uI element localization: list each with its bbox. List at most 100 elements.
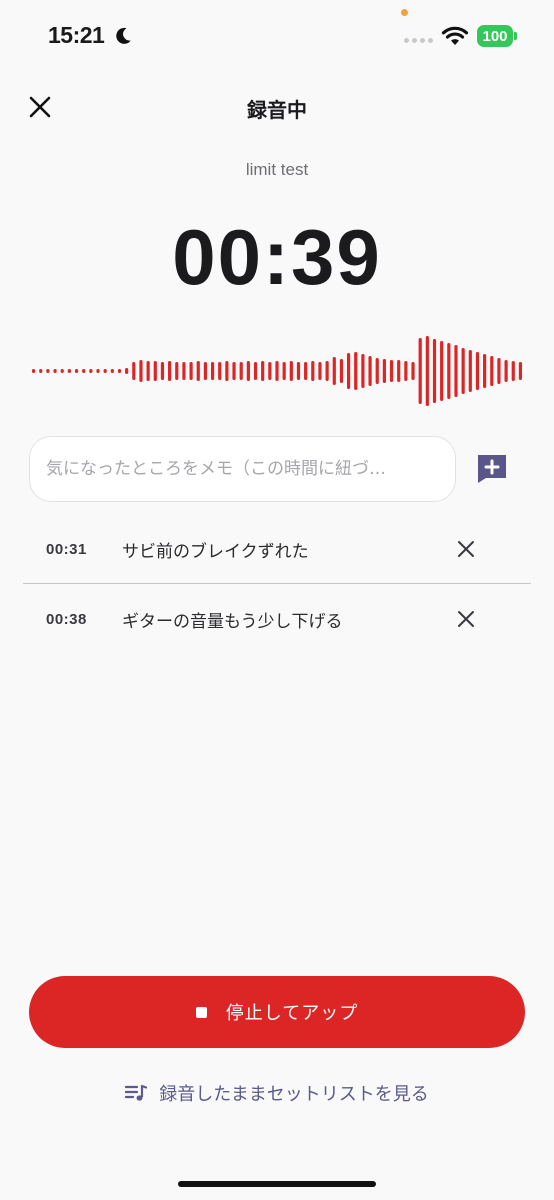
waveform-bar — [175, 362, 179, 380]
waveform-bar — [425, 336, 429, 406]
waveform-bar — [53, 369, 57, 373]
waveform-bar — [318, 362, 322, 380]
waveform-bar — [225, 361, 229, 381]
memo-timestamp: 00:31 — [46, 540, 87, 558]
waveform-bar — [346, 353, 351, 389]
waveform-bar — [182, 362, 186, 380]
waveform-bar — [253, 362, 258, 380]
recording-name: limit test — [245, 160, 309, 179]
waveform-bar — [89, 369, 93, 373]
waveform-bar — [139, 360, 143, 382]
waveform-bar — [368, 356, 372, 386]
view-setlist-label: 録音したままセットリストを見る — [159, 1084, 429, 1105]
waveform-bar — [117, 369, 122, 373]
waveform-bar — [454, 345, 458, 397]
waveform-bar — [132, 362, 136, 380]
delete-memo-button[interactable] — [453, 536, 479, 562]
waveform-bar — [268, 362, 272, 380]
delete-memo-button[interactable] — [453, 606, 479, 632]
status-time: 15:21 — [48, 22, 105, 48]
waveform-bar — [339, 359, 344, 383]
waveform-bar — [468, 350, 472, 392]
waveform-bar — [103, 369, 107, 373]
add-comment-icon[interactable] — [475, 452, 509, 486]
waveform-bar — [125, 368, 129, 374]
waveform-bar — [232, 362, 236, 380]
waveform-bar — [189, 362, 193, 380]
waveform-bar — [39, 369, 43, 373]
waveform-bar — [504, 360, 508, 382]
waveform-bar — [411, 362, 415, 380]
battery-indicator: 100 — [477, 25, 513, 47]
waveform-bar — [239, 362, 243, 380]
memo-item[interactable]: 00:31 サビ前のブレイクずれた — [23, 515, 531, 583]
waveform-bar — [518, 362, 523, 380]
waveform-bar — [282, 362, 286, 380]
waveform-bar — [261, 361, 265, 381]
waveform-bar — [361, 354, 365, 388]
waveform-bar — [483, 354, 487, 388]
stop-and-upload-button[interactable]: 停止してアップ — [29, 976, 525, 1048]
waveform-bar — [146, 361, 150, 381]
playlist-music-icon — [125, 1084, 148, 1101]
waveform-bar — [475, 352, 480, 390]
waveform-bar — [440, 341, 444, 401]
waveform-bar — [332, 357, 336, 385]
waveform-bar — [60, 369, 64, 373]
waveform-bar — [375, 358, 379, 384]
waveform-bar — [46, 369, 50, 373]
waveform-bar — [432, 339, 437, 403]
wifi-icon — [441, 26, 469, 45]
waveform-bar — [461, 348, 465, 394]
memo-item[interactable]: 00:38 ギターの音量もう少し下げる — [23, 585, 531, 653]
stop-icon — [195, 1006, 207, 1018]
battery-cap — [514, 32, 517, 40]
waveform-bar — [418, 338, 422, 404]
waveform-bar — [289, 361, 293, 381]
page-title: 録音中 — [247, 98, 307, 122]
waveform-bar — [296, 362, 301, 380]
waveform-bar — [110, 369, 114, 373]
close-icon — [458, 541, 474, 557]
privacy-indicator — [401, 9, 408, 16]
waveform-bar — [354, 352, 358, 390]
waveform-bar — [311, 361, 315, 381]
elapsed-timer: 00:39 — [172, 213, 382, 301]
memo-text: サビ前のブレイクずれた — [122, 541, 309, 562]
waveform-bar — [153, 361, 157, 381]
stop-button-label: 停止してアップ — [225, 1003, 359, 1024]
waveform-bar — [497, 358, 501, 384]
waveform-bar — [74, 369, 79, 373]
waveform-bar — [196, 361, 200, 381]
waveform-bar — [160, 362, 165, 380]
waveform-bar — [210, 362, 215, 380]
waveform-bar — [397, 360, 401, 382]
waveform-bar — [275, 361, 279, 381]
home-indicator — [178, 1181, 376, 1187]
waveform-bar — [382, 359, 386, 383]
close-icon — [458, 611, 474, 627]
memo-input[interactable] — [29, 436, 456, 502]
cellular-signal-icon — [404, 38, 433, 43]
memo-divider — [23, 583, 531, 584]
waveform-bar — [31, 369, 36, 373]
waveform-bar — [490, 356, 494, 386]
waveform-bar — [218, 362, 222, 380]
waveform-bar — [82, 369, 86, 373]
waveform-bar — [389, 360, 394, 382]
memo-text: ギターの音量もう少し下げる — [122, 611, 343, 632]
waveform-bar — [203, 362, 208, 380]
audio-waveform — [31, 336, 523, 406]
memo-timestamp: 00:38 — [46, 610, 87, 628]
waveform-bar — [325, 361, 329, 381]
waveform-bar — [246, 361, 250, 381]
view-setlist-link[interactable]: 録音したままセットリストを見る — [0, 1080, 554, 1106]
waveform-bar — [96, 369, 100, 373]
waveform-bar — [404, 361, 408, 381]
waveform-bar — [168, 361, 172, 381]
waveform-bar — [304, 362, 308, 380]
waveform-bar — [447, 343, 451, 399]
waveform-bar — [511, 361, 515, 381]
moon-icon — [116, 27, 131, 44]
waveform-bar — [67, 369, 71, 373]
